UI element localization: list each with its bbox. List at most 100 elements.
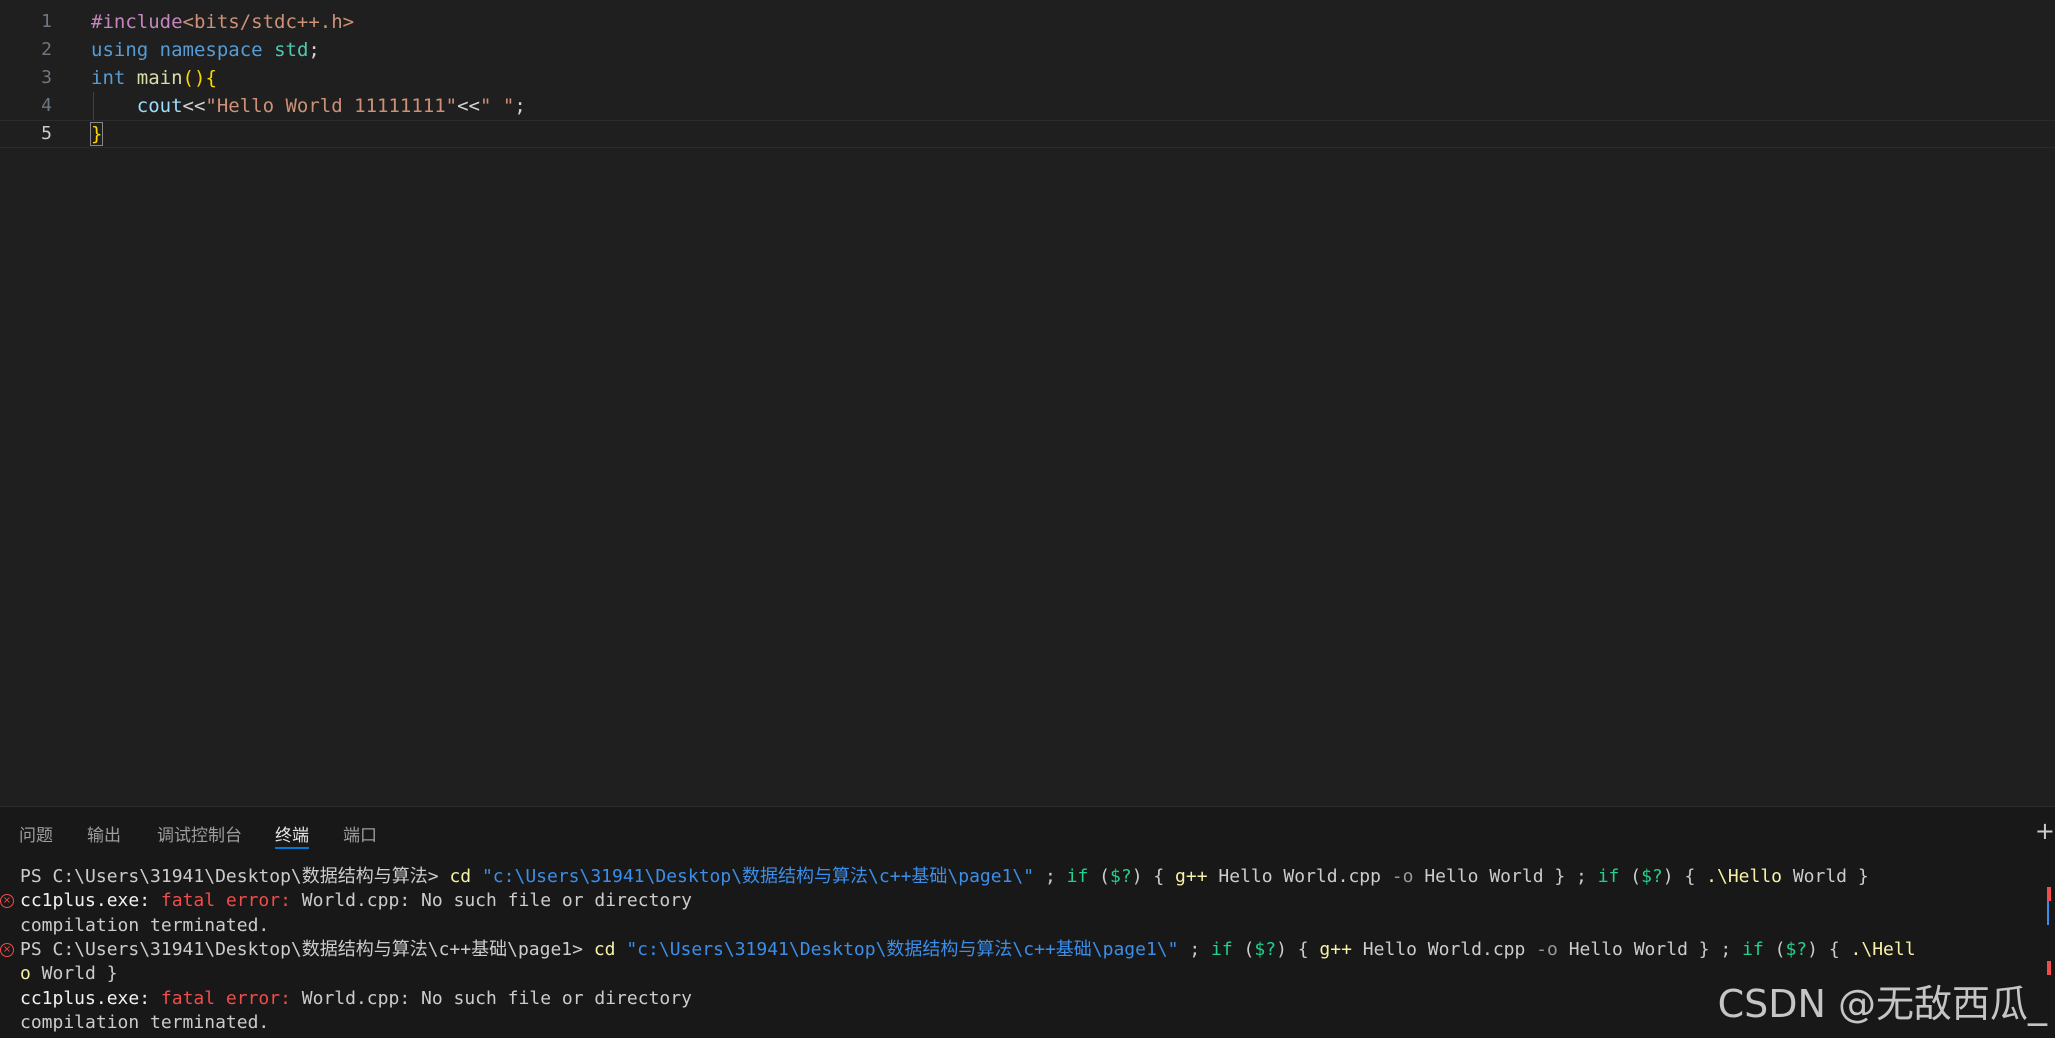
code-token: () (182, 67, 206, 89)
terminal-text: PS C:\Users\31941\Desktop\数据结构与算法> cd "c… (20, 865, 1869, 889)
code-token: namespace (159, 39, 263, 61)
error-circle-icon[interactable]: × (0, 943, 14, 957)
clipped-header-text (91, 0, 571, 4)
line-number: 5 (41, 123, 52, 144)
terminal-token: ( (1619, 866, 1642, 887)
code-line[interactable]: 4 cout<<"Hello World 11111111"<<" "; (0, 92, 2055, 120)
new-terminal-plus-icon[interactable]: + (2035, 817, 2055, 845)
terminal-token: ) { (1807, 939, 1851, 960)
terminal-token: ) { (1662, 866, 1707, 887)
terminal-token: g++ (1175, 866, 1208, 887)
terminal-token: cd (449, 866, 472, 887)
terminal-text: PS C:\Users\31941\Desktop\数据结构与算法\c++基础\… (20, 938, 1916, 962)
tab-terminal[interactable]: 终端 (275, 821, 309, 849)
terminal-token: "c:\Users\31941\Desktop\数据结构与算法\c++基础\pa… (481, 866, 1035, 887)
code-line[interactable]: 3 int main(){ (0, 64, 2055, 92)
tab-ports[interactable]: 端口 (343, 821, 377, 847)
code-token: " " (479, 95, 515, 117)
terminal-token: if (1742, 939, 1764, 960)
line-number: 1 (41, 11, 52, 32)
terminal-text: cc1plus.exe: fatal error: World.cpp: No … (20, 889, 692, 913)
code-text: } (89, 120, 104, 148)
terminal-token: cd (593, 939, 616, 960)
terminal-token: fatal error: (160, 890, 302, 911)
terminal-token: compilation terminated. (20, 1012, 270, 1033)
terminal-token: Hello World.cpp (1351, 939, 1537, 960)
code-token: <bits/stdc++.h> (182, 11, 355, 33)
code-token: main (136, 67, 183, 89)
code-token: << (182, 95, 206, 117)
terminal-token: fatal error: (160, 988, 302, 1009)
terminal-token: .\Hello (1706, 866, 1782, 887)
terminal-scrollbar[interactable] (2047, 865, 2053, 1015)
terminal-token: World.cpp: No such file or directory (301, 988, 692, 1009)
terminal-token: ) { (1131, 866, 1176, 887)
terminal-token: if (1066, 866, 1089, 887)
code-token: ; (514, 95, 526, 117)
terminal-token: ( (1763, 939, 1786, 960)
terminal-token: g++ (1319, 939, 1352, 960)
scroll-error-mark (2047, 887, 2051, 901)
error-circle-icon[interactable]: × (0, 894, 14, 908)
code-token: #include (91, 11, 183, 33)
terminal-text: compilation terminated. (20, 1011, 269, 1035)
terminal-token: Hello World } ; (1557, 939, 1743, 960)
terminal-token: $? (1110, 866, 1132, 887)
terminal-token: World } (1782, 866, 1869, 887)
terminal-token: .\Hell (1850, 939, 1916, 960)
terminal-token: ; (1034, 866, 1067, 887)
panel-tabs: 问题 输出 调试控制台 终端 端口 + (0, 807, 2055, 851)
terminal-token: $? (1254, 939, 1277, 960)
tab-problems[interactable]: 问题 (19, 821, 53, 847)
line-number: 4 (41, 95, 52, 116)
line-number: 2 (41, 39, 52, 60)
code-token: cout (136, 95, 183, 117)
code-token: "Hello World 11111111" (205, 95, 458, 117)
code-editor[interactable]: 1 #include<bits/stdc++.h> 2 using namespace… (0, 0, 2055, 806)
scroll-position-mark (2047, 901, 2049, 925)
csdn-watermark: CSDN @无敌西瓜_ (1717, 982, 2047, 1026)
terminal-token: PS C:\Users\31941\Desktop\数据结构与算法\c++基础\… (20, 939, 594, 960)
code-token: int (91, 67, 126, 89)
terminal-token: $? (1641, 866, 1663, 887)
terminal-token: Hello World.cpp (1207, 866, 1392, 887)
code-text: using namespace std; (91, 36, 320, 64)
terminal-token: Hello World } ; (1413, 866, 1598, 887)
code-token: } (89, 122, 104, 146)
terminal-token: cc1plus.exe: (20, 890, 161, 911)
line-number: 3 (41, 67, 52, 88)
terminal-token: PS C:\Users\31941\Desktop\数据结构与算法> (20, 866, 450, 887)
code-line[interactable]: 1 #include<bits/stdc++.h> (0, 8, 2055, 36)
terminal-token: "c:\Users\31941\Desktop\数据结构与算法\c++基础\pa… (626, 939, 1179, 960)
terminal-text: compilation terminated. (20, 914, 269, 938)
terminal-token: -o (1536, 939, 1558, 960)
tab-debug-console[interactable]: 调试控制台 (157, 821, 242, 847)
code-token: << (457, 95, 480, 117)
terminal-token: ( (1088, 866, 1110, 887)
terminal-token: ) { (1276, 939, 1320, 960)
code-token: { (205, 67, 217, 89)
terminal-token: ; (1178, 939, 1211, 960)
vscode-window: 1 #include<bits/stdc++.h> 2 using namespace… (0, 0, 2055, 1038)
code-text: #include<bits/stdc++.h> (91, 8, 354, 36)
code-line[interactable]: 2 using namespace std; (0, 36, 2055, 64)
terminal-token: o (20, 963, 31, 984)
code-line[interactable]: 5} (0, 120, 2055, 148)
terminal-token: $? (1785, 939, 1808, 960)
scroll-error-mark (2047, 961, 2051, 975)
terminal-token: compilation terminated. (20, 915, 270, 936)
terminal-token: ( (1232, 939, 1255, 960)
code-token: ; (308, 39, 320, 61)
code-token: std (274, 39, 309, 61)
code-token: using (91, 39, 149, 61)
code-text: cout<<"Hello World 11111111"<<" "; (91, 92, 526, 120)
terminal-token: -o (1391, 866, 1414, 887)
terminal-token: World } (30, 963, 118, 984)
tab-output[interactable]: 输出 (87, 821, 121, 847)
